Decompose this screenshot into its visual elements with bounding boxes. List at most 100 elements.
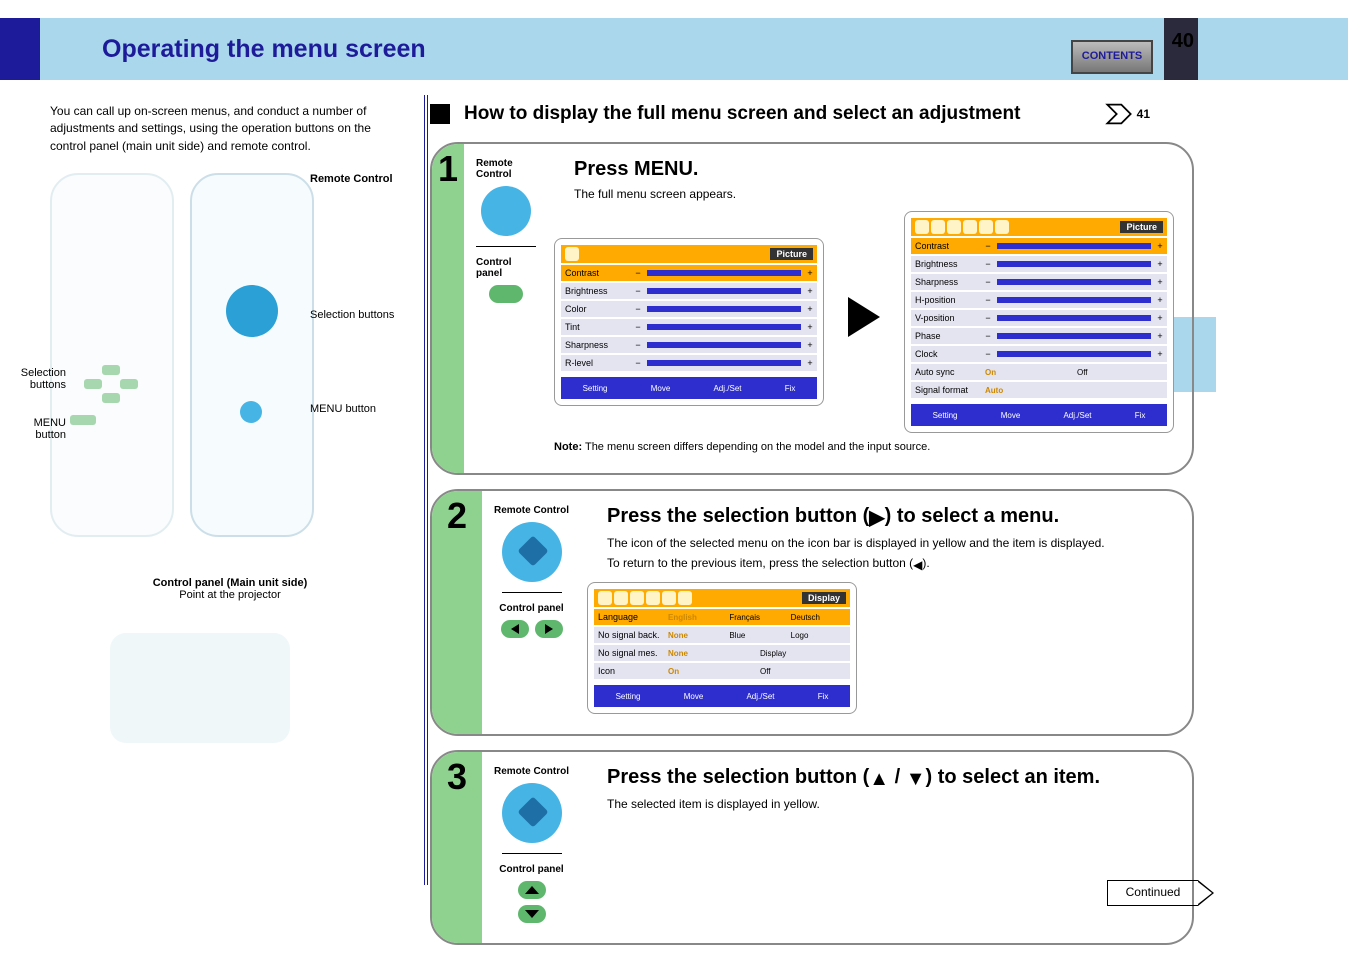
cp-label: Control panel [499,603,563,614]
osd-footer-item: Move [684,692,704,701]
osd-footer-item: Adj./Set [746,692,774,701]
page-ref[interactable]: 41 [1105,100,1150,128]
left-pill-icon [501,620,529,638]
tab-icon [979,220,993,234]
step-2-sub1: The icon of the selected menu on the ico… [607,536,1167,550]
step-3-note: The selected item is displayed in yellow… [607,797,1167,811]
section-heading-text: How to display the full menu screen and … [464,103,1020,125]
osd-row-option: Off [1077,368,1163,377]
osd-row-option: Français [729,613,784,622]
osd-row-option: On [668,667,754,676]
menu-button-label-left: MENU button [6,417,66,441]
step-2-title: Press the selection button (▶) to select… [607,505,1059,530]
osd1-navbar: SettingMoveAdj./SetFix [561,377,817,399]
osd-row-label: No signal back. [598,630,662,640]
header-accent-block [0,18,40,80]
contents-button[interactable]: CONTENTS [1071,40,1153,74]
osd-row-label: Sharpness [565,340,629,350]
selection-buttons-label: Selection buttons [310,309,394,321]
osd-row-option: English [668,613,723,622]
step-3-title: Press the selection button (▲ / ▼) to se… [607,766,1100,791]
step-2-remote-bits: Remote Control Control panel [494,505,569,638]
osd-row-label: V-position [915,313,979,323]
step-1-number: 1 [432,144,464,473]
osd-row: Sharpness−+ [561,337,817,353]
osd-row: No signal mes.NoneDisplay [594,645,850,661]
menu-pill-icon [489,285,523,303]
dpad-icon [502,783,562,843]
osd-row-label: H-position [915,295,979,305]
dpad-icon [502,522,562,582]
osd-row: R-level−+ [561,355,817,371]
triangle-left-icon: ◀ [913,558,922,572]
tab-icon [995,220,1009,234]
osd-footer-item: Adj./Set [1063,411,1091,420]
remote-control-outline-1 [50,173,174,537]
osd3-tabbar: Display [594,589,850,607]
cp-label: Control panel [476,257,536,279]
tab-icon [947,220,961,234]
triangle-down-icon: ▼ [906,768,926,791]
osd3-navbar: SettingMoveAdj./SetFix [594,685,850,707]
rc-label: Remote Control [494,505,569,516]
intro-text: You can call up on-screen menus, and con… [50,103,410,155]
step-1-card: 1 Remote Control Control panel Press MEN… [430,142,1194,475]
tab-icon [662,591,676,605]
tab-icon [565,247,579,261]
osd-row-label: No signal mes. [598,648,662,658]
osd-row: Contrast−+ [561,265,817,281]
osd-row: Tint−+ [561,319,817,335]
osd-row: Auto syncOnOff [911,364,1167,380]
step-3-remote-bits: Remote Control Control panel [494,766,569,923]
menu-round-button-icon [240,401,262,423]
right-button-icon [120,379,138,389]
projector-illustration [110,633,290,743]
osd-row-option: Blue [729,631,784,640]
osd-row: Color−+ [561,301,817,317]
osd-row-label: Sharpness [915,277,979,287]
osd-row: V-position−+ [911,310,1167,326]
osd-row-option: None [668,631,723,640]
remote-illustrations: Remote Control Selection buttons MENU bu… [50,173,410,537]
page-number: 40 [1172,30,1194,53]
osd2-rows: Contrast−+Brightness−+Sharpness−+H-posit… [911,238,1167,398]
rc-label: Remote Control [476,158,536,180]
step-3-number: 3 [432,752,482,943]
osd-row: Phase−+ [911,328,1167,344]
osd1-rows: Contrast−+Brightness−+Color−+Tint−+Sharp… [561,265,817,371]
osd-row: H-position−+ [911,292,1167,308]
tab-icon [614,591,628,605]
osd1-title: Picture [770,248,813,260]
osd-row-label: Phase [915,331,979,341]
tab-icon [678,591,692,605]
triangle-right-icon: ▶ [869,505,884,530]
osd-menu-3: Display LanguageEnglishFrançaisDeutschNo… [587,582,857,714]
osd-row: IconOnOff [594,663,850,679]
menu-round-icon [481,186,531,236]
osd-menu-2: Picture Contrast−+Brightness−+Sharpness−… [904,211,1174,433]
osd-row-label: Icon [598,666,662,676]
step-2-sub2: To return to the previous item, press th… [607,556,1167,572]
osd-row: Sharpness−+ [911,274,1167,290]
tab-icon [630,591,644,605]
osd-footer-item: Setting [583,384,608,393]
dpad-icon [226,285,278,337]
step-1-remote-bits: Remote Control Control panel [476,158,536,303]
osd-row-label: Clock [915,349,979,359]
osd-row-label: Auto sync [915,367,979,377]
tab-icon [931,220,945,234]
osd-footer-item: Setting [616,692,641,701]
step-1-title: Press MENU. [574,158,699,181]
left-button-icon [84,379,102,389]
osd-row-option: Auto [985,386,1163,395]
osd2-navbar: SettingMoveAdj./SetFix [911,404,1167,426]
osd2-title: Picture [1120,221,1163,233]
page-ref-arrow-icon [1105,100,1133,128]
osd2-tabbar: Picture [911,218,1167,236]
left-panel: You can call up on-screen menus, and con… [50,95,428,885]
osd-footer-item: Fix [1135,411,1146,420]
osd3-title: Display [802,592,846,604]
heading-bullet-icon [430,104,450,124]
big-arrow-icon [848,297,880,337]
up-button-icon [102,365,120,375]
